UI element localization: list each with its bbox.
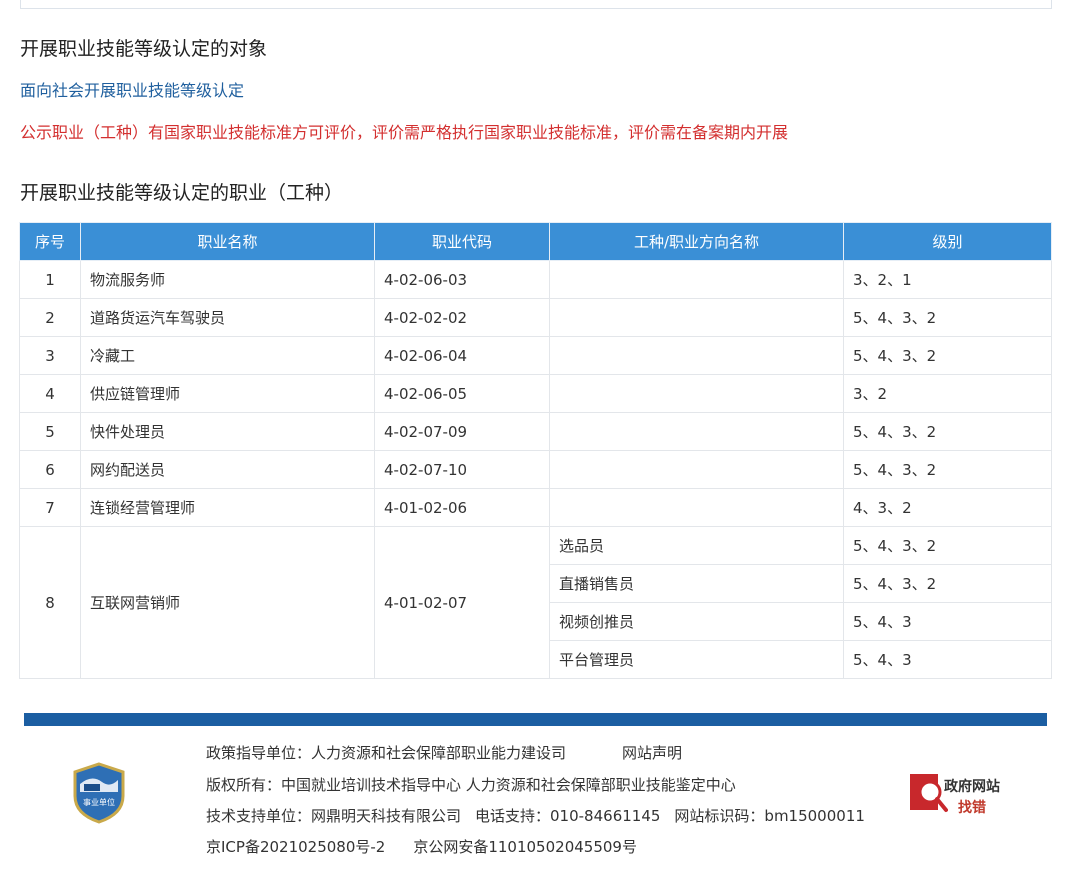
cell-index: 3: [19, 336, 81, 375]
table-row: 8 互联网营销师 4-01-02-07 选品员 5、4、3、2: [19, 526, 1052, 679]
object-link[interactable]: 面向社会开展职业技能等级认定: [20, 77, 244, 101]
cell-code: 4-02-02-02: [374, 298, 550, 337]
footer-policy: 政策指导单位：人力资源和社会保障部职业能力建设司: [206, 744, 567, 762]
footer-policy-line: 政策指导单位：人力资源和社会保障部职业能力建设司 网站声明: [206, 742, 682, 763]
cell-level: 3、2: [843, 374, 1052, 413]
footer-license-line: 京ICP备2021025080号-2 京公网安备11010502045509号: [206, 836, 637, 857]
cell-code: 4-02-06-03: [374, 260, 550, 299]
cell-code: 4-02-07-09: [374, 412, 550, 451]
cell-level: 4、3、2: [843, 488, 1052, 527]
cell-code: 4-02-06-05: [374, 374, 550, 413]
header-name: 职业名称: [80, 222, 375, 261]
cell-level: 5、4、3: [843, 602, 1052, 641]
cell-level: 5、4、3、2: [843, 412, 1052, 451]
footer-copyright: 版权所有：中国就业培训技术指导中心 人力资源和社会保障部职业技能鉴定中心: [206, 776, 736, 794]
cell-direction: [549, 488, 844, 527]
cell-direction: [549, 336, 844, 375]
cell-name: 互联网营销师: [80, 526, 375, 679]
cell-direction: [549, 298, 844, 337]
cell-level: 5、4、3: [843, 640, 1052, 679]
site-statement-link[interactable]: 网站声明: [622, 744, 682, 762]
cell-direction: 视频创推员: [549, 602, 844, 641]
header-index: 序号: [19, 222, 81, 261]
header-direction: 工种/职业方向名称: [549, 222, 844, 261]
cell-name: 连锁经营管理师: [80, 488, 375, 527]
header-level: 级别: [843, 222, 1052, 261]
footer-divider-bar: [24, 713, 1047, 726]
header-code: 职业代码: [374, 222, 550, 261]
cell-name: 道路货运汽车驾驶员: [80, 298, 375, 337]
jobs-heading: 开展职业技能等级认定的职业（工种）: [20, 182, 344, 204]
table-row: 3 冷藏工 4-02-06-04 5、4、3、2: [19, 336, 1052, 375]
table-row: 4 供应链管理师 4-02-06-05 3、2: [19, 374, 1052, 413]
cell-level: 5、4、3、2: [843, 298, 1052, 337]
footer-tech-line: 技术支持单位：网鼎明天科技有限公司 电话支持：010-84661145 网站标识码：…: [206, 805, 865, 826]
table-row: 1 物流服务师 4-02-06-03 3、2、1: [19, 260, 1052, 299]
cell-direction: [549, 450, 844, 489]
cell-level: 3、2、1: [843, 260, 1052, 299]
object-heading: 开展职业技能等级认定的对象: [20, 38, 268, 60]
icp-link[interactable]: 京ICP备2021025080号-2: [206, 838, 385, 856]
cell-name: 快件处理员: [80, 412, 375, 451]
gov-site-sub[interactable]: 找错: [958, 797, 986, 817]
cell-level: 5、4、3、2: [843, 564, 1052, 603]
gov-site-title[interactable]: 政府网站: [944, 776, 1000, 796]
cell-name: 供应链管理师: [80, 374, 375, 413]
cell-level: 5、4、3、2: [843, 526, 1052, 565]
footer-tech-support: 技术支持单位：网鼎明天科技有限公司: [206, 807, 462, 825]
cell-index: 5: [19, 412, 81, 451]
table-header-row: 序号 职业名称 职业代码 工种/职业方向名称 级别: [19, 222, 1052, 261]
cell-direction: 平台管理员: [549, 640, 844, 679]
notice-text: 公示职业（工种）有国家职业技能标准方可评价，评价需严格执行国家职业技能标准，评价…: [20, 123, 789, 142]
cell-level: 5、4、3、2: [843, 336, 1052, 375]
cell-index: 2: [19, 298, 81, 337]
cell-name: 物流服务师: [80, 260, 375, 299]
cell-direction: 直播销售员: [549, 564, 844, 603]
cell-level: 5、4、3、2: [843, 450, 1052, 489]
institution-emblem-icon[interactable]: 事业单位: [72, 762, 126, 824]
cell-index: 6: [19, 450, 81, 489]
top-panel-edge: [20, 0, 1052, 9]
cell-direction: [549, 374, 844, 413]
table-row: 2 道路货运汽车驾驶员 4-02-02-02 5、4、3、2: [19, 298, 1052, 337]
cell-name: 冷藏工: [80, 336, 375, 375]
cell-code: 4-02-06-04: [374, 336, 550, 375]
svg-text:事业单位: 事业单位: [83, 797, 115, 807]
cell-name: 网约配送员: [80, 450, 375, 489]
cell-index: 7: [19, 488, 81, 527]
cell-index: 8: [19, 526, 81, 679]
police-record-link[interactable]: 京公网安备11010502045509号: [413, 838, 637, 856]
cell-direction: [549, 260, 844, 299]
cell-direction: 选品员: [549, 526, 844, 565]
footer-phone: 电话支持：010-84661145: [475, 807, 661, 825]
table-row: 7 连锁经营管理师 4-01-02-06 4、3、2: [19, 488, 1052, 527]
cell-code: 4-01-02-06: [374, 488, 550, 527]
cell-code: 4-02-07-10: [374, 450, 550, 489]
cell-code: 4-01-02-07: [374, 526, 550, 679]
cell-index: 1: [19, 260, 81, 299]
jobs-table: 序号 职业名称 职业代码 工种/职业方向名称 级别 1 物流服务师 4-02-0…: [19, 222, 1052, 679]
cell-direction: [549, 412, 844, 451]
footer-site-id: 网站标识码：bm15000011: [674, 807, 865, 825]
table-row: 6 网约配送员 4-02-07-10 5、4、3、2: [19, 450, 1052, 489]
table-row: 5 快件处理员 4-02-07-09 5、4、3、2: [19, 412, 1052, 451]
cell-index: 4: [19, 374, 81, 413]
